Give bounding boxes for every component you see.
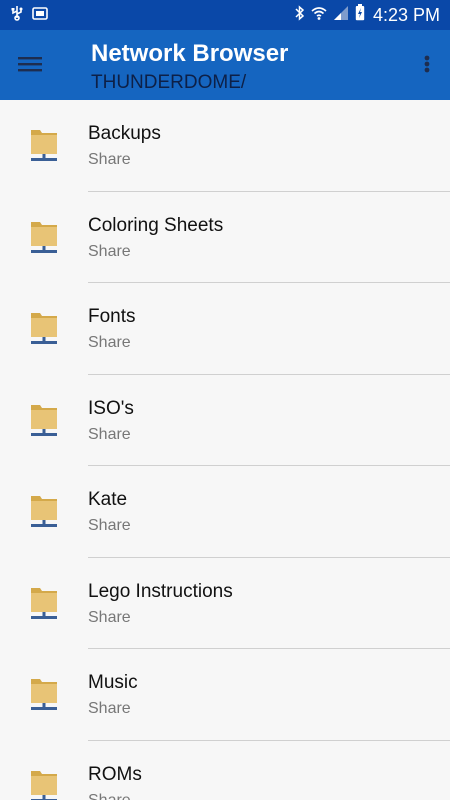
bluetooth-icon xyxy=(295,4,305,26)
network-folder-icon xyxy=(31,404,57,436)
status-left xyxy=(10,5,56,26)
share-type: Share xyxy=(88,791,131,800)
share-item-lego-instructions[interactable]: Lego Instructions Share xyxy=(0,558,450,649)
share-name: Coloring Sheets xyxy=(88,214,224,236)
network-folder-icon xyxy=(31,587,57,619)
share-name: ISO's xyxy=(88,397,134,419)
share-name: Music xyxy=(88,672,138,693)
more-vert-icon xyxy=(424,55,430,73)
breadcrumb-path: THUNDERDOME/ xyxy=(91,72,247,93)
share-item-backups[interactable]: Backups Share xyxy=(0,100,450,192)
share-type: Share xyxy=(88,608,131,626)
share-name: Fonts xyxy=(88,306,136,327)
share-item-isos[interactable]: ISO's Share xyxy=(0,375,450,466)
share-item-music[interactable]: Music Share xyxy=(0,649,450,741)
share-name: Kate xyxy=(88,489,128,510)
share-type: Share xyxy=(88,425,131,443)
app-bar: Network Browser THUNDERDOME/ xyxy=(0,30,450,100)
share-type: Share xyxy=(88,517,131,534)
share-name: Backups xyxy=(88,123,161,144)
share-item-kate[interactable]: Kate Share xyxy=(0,466,450,558)
status-bar: 4:23 PM xyxy=(0,0,450,30)
share-item-fonts[interactable]: Fonts Share xyxy=(0,283,450,375)
share-type: Share xyxy=(88,151,131,168)
network-folder-icon xyxy=(31,221,57,253)
menu-button[interactable] xyxy=(16,50,44,78)
page-title: Network Browser xyxy=(91,40,289,67)
share-item-roms[interactable]: ROMs Share xyxy=(0,741,450,800)
wifi-icon xyxy=(311,5,327,26)
share-list: Backups Share Coloring Sheets Share Font… xyxy=(0,100,450,800)
screenshot-icon xyxy=(32,6,48,25)
overflow-menu-button[interactable] xyxy=(420,50,434,78)
network-folder-icon xyxy=(31,679,57,710)
battery-charging-icon xyxy=(355,4,365,26)
usb-icon xyxy=(10,5,24,26)
network-folder-icon xyxy=(31,496,57,527)
share-type: Share xyxy=(88,700,131,717)
share-item-coloring-sheets[interactable]: Coloring Sheets Share xyxy=(0,192,450,283)
share-name: ROMs xyxy=(88,763,142,785)
share-name: Lego Instructions xyxy=(88,580,233,602)
status-right: 4:23 PM xyxy=(289,4,440,26)
network-folder-icon xyxy=(31,130,57,161)
signal-icon xyxy=(333,5,349,26)
network-folder-icon xyxy=(31,770,57,800)
network-folder-icon xyxy=(31,313,57,344)
hamburger-menu-icon xyxy=(18,57,42,72)
share-type: Share xyxy=(88,242,131,260)
status-time: 4:23 PM xyxy=(372,4,440,25)
share-type: Share xyxy=(88,334,131,351)
